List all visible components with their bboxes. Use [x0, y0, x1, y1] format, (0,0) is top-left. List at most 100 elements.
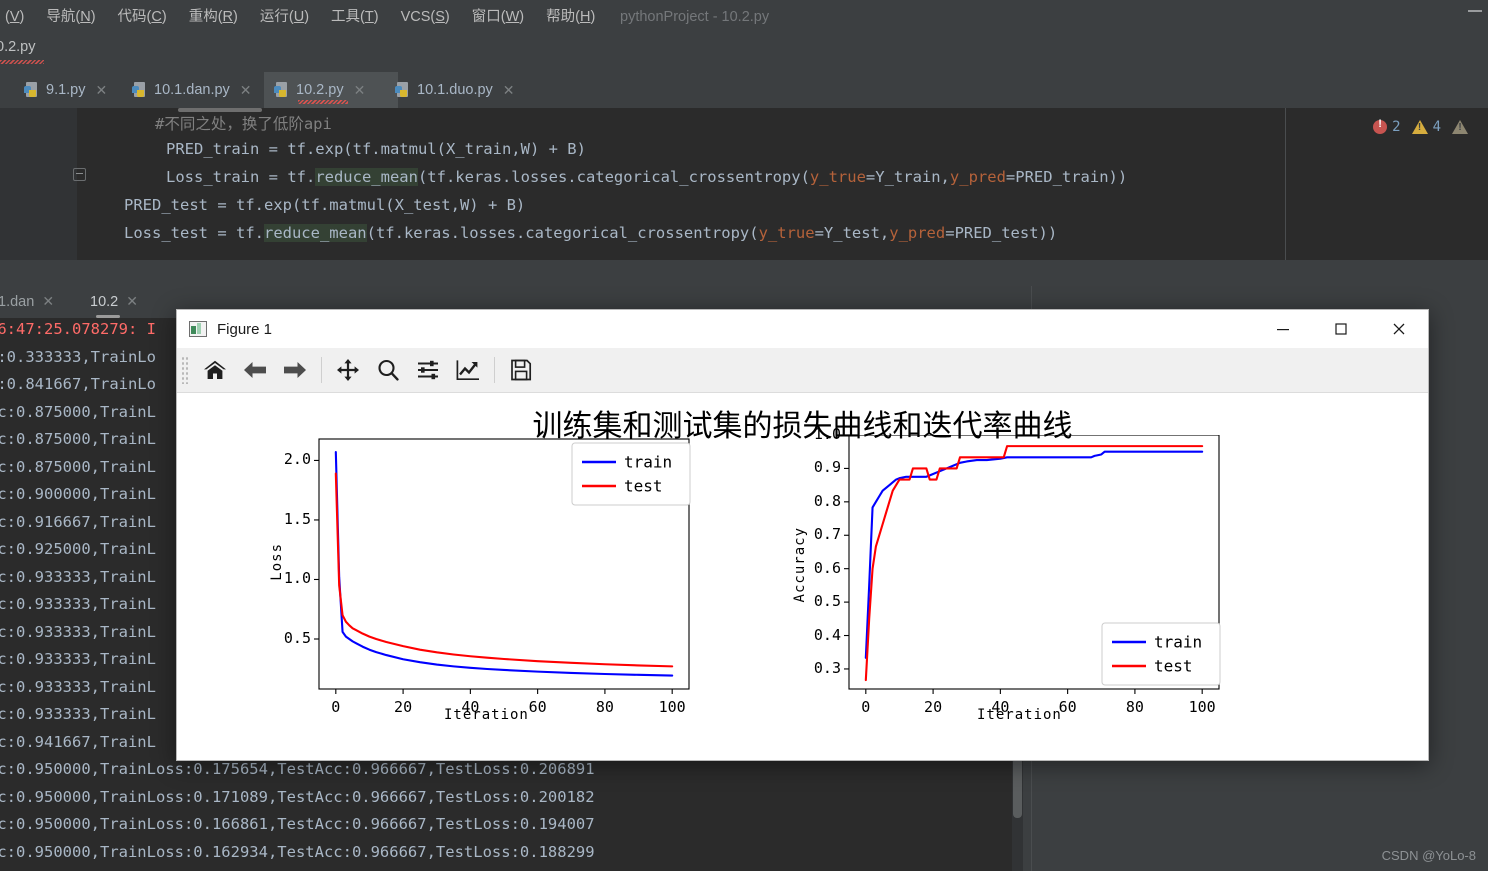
- console-line: cc:0.925000,TrainL: [0, 540, 156, 558]
- console-line: c:0.841667,TrainLo: [0, 375, 156, 393]
- window-minimize-button[interactable]: [1468, 10, 1482, 12]
- y-tick-label: 1.0: [283, 569, 311, 588]
- menu-item-8[interactable]: 帮助(H): [535, 0, 606, 34]
- editor-tab-label: 10.1.duo.py: [417, 82, 493, 98]
- menu-item-7[interactable]: 窗口(W): [461, 0, 535, 34]
- warning-count: 4: [1432, 119, 1441, 135]
- menu-item-2[interactable]: 代码(C): [107, 0, 178, 34]
- close-icon[interactable]: ✕: [42, 293, 54, 310]
- inspection-status[interactable]: 2 4: [1373, 118, 1468, 135]
- figure-title-bar[interactable]: Figure 1: [177, 310, 1428, 348]
- editor-tab-1[interactable]: 10.1.dan.py ✕: [122, 72, 287, 108]
- legend-label-train: train: [624, 453, 672, 472]
- code-token: y_true: [809, 168, 866, 186]
- menu-item-4[interactable]: 运行(U): [249, 0, 320, 34]
- y-tick-label: 0.8: [813, 491, 841, 510]
- code-token: PRED_train = tf.exp(tf.matmul(X_train,W)…: [166, 140, 586, 158]
- save-disk-icon[interactable]: [501, 350, 541, 390]
- warning-icon: [1411, 120, 1428, 134]
- editor-tab-2[interactable]: 10.2.py ✕: [264, 72, 398, 108]
- matplotlib-app-icon: [189, 321, 207, 337]
- y-tick-label: 0.6: [813, 558, 841, 577]
- close-icon[interactable]: ✕: [503, 82, 515, 99]
- editor-fold-gutter: [44, 108, 77, 260]
- matplotlib-figure-window[interactable]: Figure 1 训练集和测试集的损失曲线和迭代率曲线 Loss 0.5 1.0…: [176, 309, 1429, 761]
- accuracy-subplot: Accuracy 0.3 0.4 0.5 0.6 0.7 0.8 0.9 1.0 0 20 40 6…: [777, 425, 1337, 755]
- console-line: cc:0.875000,TrainL: [0, 458, 156, 476]
- code-token: #不同之处，换了低阶api: [155, 115, 332, 133]
- menu-item-6[interactable]: VCS(S): [390, 0, 461, 34]
- console-tab-0[interactable]: .1.dan ✕: [0, 285, 54, 318]
- pycharm-ide-window: (V) 导航(N) 代码(C) 重构(R) 运行(U) 工具(T) VCS(S) 窗口(W) 帮…: [0, 0, 1488, 871]
- home-icon[interactable]: [195, 350, 235, 390]
- editor-tab-label: 10.2.py: [296, 82, 344, 98]
- zoom-magnifier-icon[interactable]: [368, 350, 408, 390]
- y-tick-label: 0.5: [813, 592, 841, 611]
- code-token: y_pred: [889, 224, 946, 242]
- code-editor[interactable]: 56#不同之处，换了低阶api57PRED_train = tf.exp(tf.…: [0, 108, 1488, 268]
- breadcrumb-file[interactable]: 0.2.py: [0, 39, 36, 55]
- editor-tab-label: 9.1.py: [46, 82, 86, 98]
- code-line: PRED_test = tf.exp(tf.matmul(X_test,W) +…: [124, 196, 525, 214]
- figure-canvas[interactable]: 训练集和测试集的损失曲线和迭代率曲线 Loss 0.5 1.0 1.5 2.0 0 20…: [177, 393, 1428, 759]
- x-tick-label: 0: [331, 698, 341, 716]
- close-icon[interactable]: ✕: [96, 82, 108, 99]
- y-tick-label: 1.5: [283, 509, 311, 528]
- figure-close-button[interactable]: [1370, 310, 1428, 348]
- console-line: cc:0.933333,TrainL: [0, 705, 156, 723]
- code-token: y_true: [758, 224, 815, 242]
- figure-minimize-button[interactable]: [1254, 310, 1312, 348]
- console-line: cc:0.933333,TrainL: [0, 623, 156, 641]
- pan-move-icon[interactable]: [328, 350, 368, 390]
- console-line: cc:0.950000,TrainLoss:0.175654,TestAcc:0…: [0, 760, 595, 778]
- close-icon[interactable]: ✕: [240, 82, 252, 99]
- y-tick-label: 0.4: [813, 625, 841, 644]
- menu-item-1[interactable]: 导航(N): [35, 0, 106, 34]
- breadcrumb-squiggle: [0, 60, 44, 64]
- code-token: (tf.keras.losses.categorical_crossentrop…: [417, 168, 810, 186]
- figure-navigation-toolbar: [177, 348, 1428, 393]
- code-token: =Y_test,: [814, 224, 890, 242]
- editor-tab-3[interactable]: 10.1.duo.py ✕: [385, 72, 547, 108]
- console-line: cc:0.916667,TrainL: [0, 513, 156, 531]
- forward-arrow-icon[interactable]: [275, 350, 315, 390]
- legend-label-train: train: [1154, 633, 1202, 652]
- console-tab-1[interactable]: 10.2 ✕: [90, 285, 138, 318]
- code-line: PRED_train = tf.exp(tf.matmul(X_train,W)…: [166, 140, 586, 158]
- console-line: 16:47:25.078279: I: [0, 320, 156, 338]
- console-line: cc:0.933333,TrainL: [0, 595, 156, 613]
- console-line: cc:0.950000,TrainLoss:0.171089,TestAcc:0…: [0, 788, 595, 806]
- code-token: =Y_train,: [865, 168, 950, 186]
- y-tick-label: 0.7: [813, 525, 841, 544]
- close-icon[interactable]: ✕: [354, 82, 366, 99]
- menu-item-5[interactable]: 工具(T): [320, 0, 390, 34]
- console-line: cc:0.933333,TrainL: [0, 650, 156, 668]
- code-token: =PRED_train)): [1005, 168, 1128, 186]
- x-tick-label: 20: [394, 698, 413, 716]
- console-line: cc:0.941667,TrainL: [0, 733, 156, 751]
- figure-maximize-button[interactable]: [1312, 310, 1370, 348]
- loss-subplot: Loss 0.5 1.0 1.5 2.0 0 20 40 60 80 100 Iteration…: [247, 435, 807, 755]
- menu-item-3[interactable]: 重构(R): [178, 0, 249, 34]
- code-line: Loss_test = tf.reduce_mean(tf.keras.loss…: [124, 224, 1057, 242]
- code-token: Loss_test = tf.: [124, 224, 264, 242]
- menu-item-0[interactable]: (V): [0, 0, 35, 34]
- x-tick-label: 20: [924, 698, 943, 716]
- accuracy-x-axis-label: Iteration: [977, 707, 1062, 723]
- toolbar-drag-grip[interactable]: [181, 356, 189, 384]
- menu-bar: (V) 导航(N) 代码(C) 重构(R) 运行(U) 工具(T) VCS(S) 窗口(W) 帮…: [0, 0, 1488, 34]
- close-icon[interactable]: ✕: [126, 293, 138, 310]
- console-line: cc:0.900000,TrainL: [0, 485, 156, 503]
- toolbar-divider: [321, 357, 322, 383]
- y-tick-label: 0.5: [283, 629, 311, 647]
- console-line: cc:0.933333,TrainL: [0, 678, 156, 696]
- code-line: Loss_train = tf.reduce_mean(tf.keras.los…: [166, 168, 1127, 186]
- code-token: =PRED_test)): [945, 224, 1058, 242]
- console-scrollbar-thumb[interactable]: [1013, 758, 1022, 818]
- y-tick-label: 1.0: [813, 425, 841, 443]
- back-arrow-icon[interactable]: [235, 350, 275, 390]
- console-tab-label: 10.2: [90, 293, 119, 310]
- code-fold-marker[interactable]: [73, 168, 86, 181]
- subplot-sliders-icon[interactable]: [408, 350, 448, 390]
- edit-curve-icon[interactable]: [448, 350, 488, 390]
